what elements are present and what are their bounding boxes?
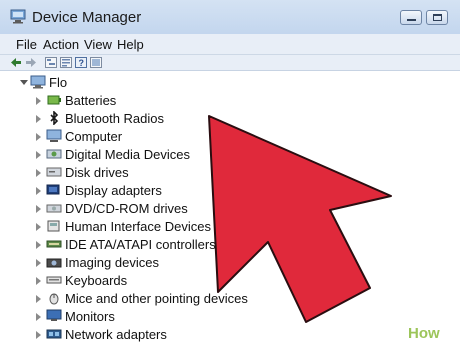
device-manager-window: Device Manager File Action View Help ? F… — [0, 0, 460, 348]
red-pointer-arrow — [208, 115, 392, 323]
wikihow-watermark: wiki How — [364, 323, 456, 345]
watermark-wiki: wiki — [370, 325, 399, 342]
watermark-how: How — [408, 325, 440, 342]
arrow-shape — [208, 115, 392, 323]
